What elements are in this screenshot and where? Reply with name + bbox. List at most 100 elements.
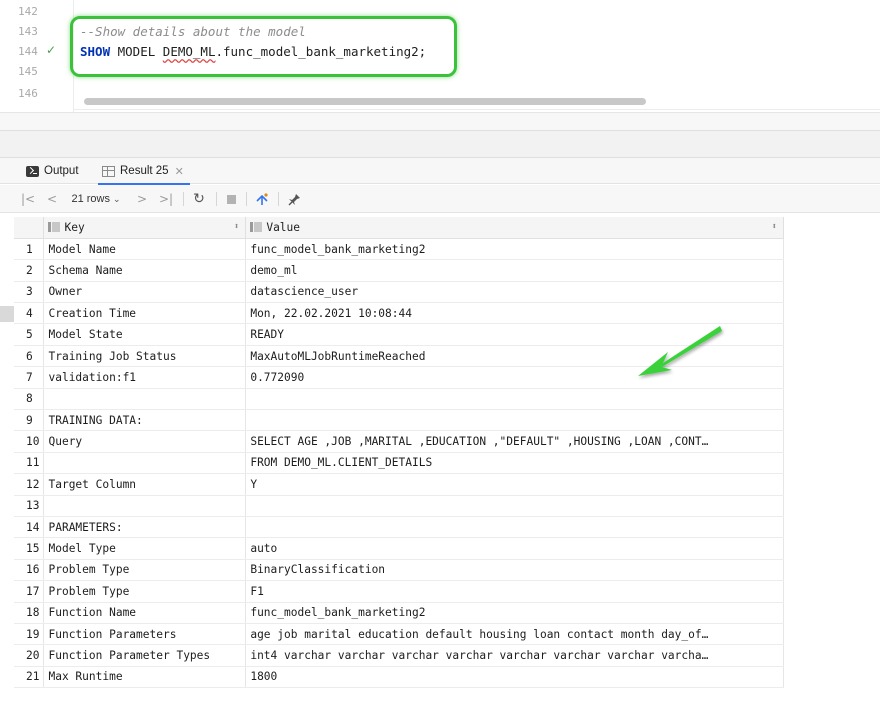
table-row[interactable]: 9 TRAINING DATA: <box>14 409 784 432</box>
row-number-cell[interactable]: 16 <box>14 559 45 582</box>
key-cell[interactable]: PARAMETERS: <box>43 516 247 539</box>
row-number-cell[interactable]: 9 <box>14 409 45 432</box>
pin-icon[interactable] <box>284 185 304 213</box>
row-number-cell[interactable]: 21 <box>14 666 45 689</box>
panel-divider[interactable] <box>0 130 880 158</box>
table-row[interactable]: 1 Model Name func_model_bank_marketing2 <box>14 238 784 261</box>
table-row[interactable]: 20 Function Parameter Types int4 varchar v… <box>14 644 784 667</box>
key-cell[interactable]: Max Runtime <box>43 666 247 689</box>
value-cell[interactable] <box>245 516 784 539</box>
row-number-cell[interactable]: 6 <box>14 345 45 368</box>
last-page-button[interactable]: >| <box>156 185 176 213</box>
value-cell[interactable]: F1 <box>245 580 784 603</box>
tab-output[interactable]: Output <box>26 158 79 184</box>
refresh-icon[interactable]: ↻ <box>190 185 208 213</box>
first-page-button[interactable]: |< <box>20 185 36 213</box>
row-number-cell[interactable]: 12 <box>14 473 45 496</box>
table-row[interactable]: 8 <box>14 388 784 411</box>
table-row[interactable]: 18 Function Name func_model_bank_marketing… <box>14 602 784 624</box>
key-cell[interactable] <box>43 495 247 517</box>
table-row[interactable]: 10 Query SELECT AGE ,JOB ,MARITAL ,EDUCATI… <box>14 430 784 453</box>
table-row[interactable]: 16 Problem Type BinaryClassification <box>14 559 784 582</box>
value-cell[interactable] <box>245 388 784 411</box>
key-cell[interactable]: Function Parameters <box>43 623 247 646</box>
line-number-gutter: 142 143 144 145 146 ✓ <box>0 0 74 112</box>
table-row[interactable]: 3 Owner datascience_user <box>14 281 784 304</box>
tab-result-25[interactable]: Result 25 ✕ <box>98 158 190 185</box>
table-row[interactable]: 13 <box>14 495 784 517</box>
table-grid-icon <box>102 165 115 177</box>
key-cell[interactable]: Training Job Status <box>43 345 247 368</box>
table-row[interactable]: 21 Max Runtime 1800 <box>14 666 784 689</box>
value-cell[interactable]: func_model_bank_marketing2 <box>245 602 784 624</box>
key-cell[interactable]: Schema Name <box>43 259 247 282</box>
key-cell[interactable]: TRAINING DATA: <box>43 409 247 432</box>
compare-icon[interactable] <box>252 185 272 213</box>
key-cell[interactable]: Target Column <box>43 473 247 496</box>
row-number-cell[interactable]: 11 <box>14 452 45 475</box>
table-row[interactable]: 2 Schema Name demo_ml <box>14 259 784 282</box>
table-row[interactable]: 19 Function Parameters age job marital edu… <box>14 623 784 646</box>
value-cell[interactable]: datascience_user <box>245 281 784 304</box>
value-cell[interactable] <box>245 495 784 517</box>
value-cell[interactable]: age job marital education default housin… <box>245 623 784 646</box>
table-row[interactable]: 14 PARAMETERS: <box>14 516 784 539</box>
row-number-cell[interactable]: 13 <box>14 495 45 517</box>
row-number-cell[interactable]: 19 <box>14 623 45 646</box>
column-header-key[interactable]: Key ⬍ <box>43 217 247 239</box>
row-number-cell[interactable]: 15 <box>14 537 45 560</box>
key-cell[interactable]: Model Type <box>43 537 247 560</box>
key-cell[interactable]: Query <box>43 430 247 453</box>
key-cell[interactable]: Function Name <box>43 602 247 624</box>
key-cell[interactable]: Creation Time <box>43 302 247 325</box>
table-row[interactable]: 17 Problem Type F1 <box>14 580 784 603</box>
column-header-value[interactable]: Value ⬍ <box>245 217 784 239</box>
value-cell[interactable]: auto <box>245 537 784 560</box>
table-row[interactable]: 11 FROM DEMO_ML.CLIENT_DETAILS <box>14 452 784 475</box>
key-cell[interactable]: validation:f1 <box>43 366 247 389</box>
key-cell[interactable] <box>43 388 247 411</box>
value-cell[interactable]: int4 varchar varchar varchar varchar var… <box>245 644 784 667</box>
table-row[interactable]: 15 Model Type auto <box>14 537 784 560</box>
value-cell[interactable]: 1800 <box>245 666 784 689</box>
results-grid[interactable]: Key ⬍ Value ⬍ 1 Model Name func_model_bank_m… <box>14 217 784 689</box>
value-cell[interactable]: FROM DEMO_ML.CLIENT_DETAILS <box>245 452 784 475</box>
value-cell[interactable]: BinaryClassification <box>245 559 784 582</box>
horizontal-scrollbar[interactable] <box>84 98 646 105</box>
row-number-cell[interactable]: 10 <box>14 430 45 453</box>
next-page-button[interactable]: > <box>134 185 150 213</box>
value-cell[interactable]: func_model_bank_marketing2 <box>245 238 784 261</box>
row-number-cell[interactable]: 18 <box>14 602 45 624</box>
stop-button[interactable] <box>224 185 238 213</box>
key-cell[interactable]: Model State <box>43 323 247 346</box>
value-cell[interactable]: SELECT AGE ,JOB ,MARITAL ,EDUCATION ,"DE… <box>245 430 784 453</box>
row-number-cell[interactable]: 1 <box>14 238 45 261</box>
row-number-cell[interactable]: 7 <box>14 366 45 389</box>
sort-icon[interactable]: ⬍ <box>234 222 239 232</box>
value-cell[interactable] <box>245 409 784 432</box>
value-cell[interactable]: demo_ml <box>245 259 784 282</box>
row-number-cell[interactable]: 20 <box>14 644 45 667</box>
row-number-cell[interactable]: 2 <box>14 259 45 282</box>
row-number-cell[interactable]: 14 <box>14 516 45 539</box>
row-number-cell[interactable]: 5 <box>14 323 45 346</box>
row-number-cell[interactable]: 3 <box>14 281 45 304</box>
key-cell[interactable]: Problem Type <box>43 580 247 603</box>
row-number-cell[interactable]: 4 <box>14 302 45 325</box>
key-cell[interactable]: Owner <box>43 281 247 304</box>
sort-icon[interactable]: ⬍ <box>772 222 777 232</box>
key-cell[interactable]: Function Parameter Types <box>43 644 247 667</box>
value-cell[interactable]: Y <box>245 473 784 496</box>
row-number-cell[interactable]: 17 <box>14 580 45 603</box>
close-icon[interactable]: ✕ <box>175 165 184 178</box>
row-number-cell[interactable]: 8 <box>14 388 45 411</box>
table-row[interactable]: 12 Target Column Y <box>14 473 784 496</box>
results-toolbar: |< < 21 rows ⌄ > >| ↻ <box>0 185 880 213</box>
key-cell[interactable]: Model Name <box>43 238 247 261</box>
key-cell[interactable] <box>43 452 247 475</box>
previous-page-button[interactable]: < <box>44 185 60 213</box>
annotation-arrow-icon <box>638 326 722 376</box>
sql-editor[interactable]: 142 143 144 145 146 ✓ --Show details abo… <box>0 0 880 112</box>
key-cell[interactable]: Problem Type <box>43 559 247 582</box>
row-count-dropdown[interactable]: 21 rows ⌄ <box>70 185 122 213</box>
